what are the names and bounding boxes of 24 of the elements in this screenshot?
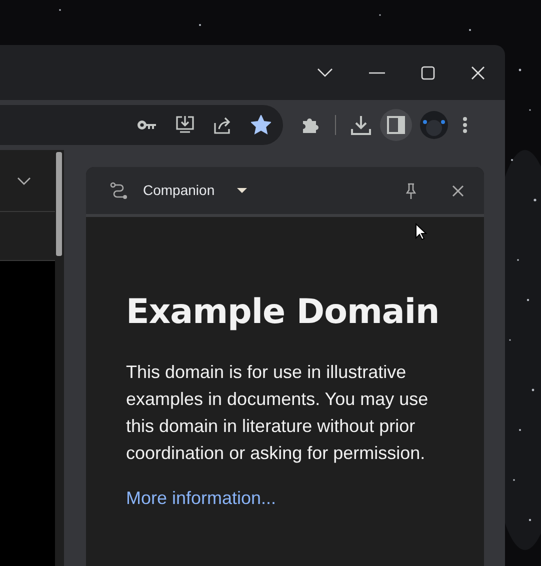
chevron-icon[interactable] — [17, 176, 31, 184]
page-heading: Example Domain — [126, 291, 440, 334]
install-icon[interactable] — [175, 115, 195, 135]
star-icon[interactable] — [251, 115, 271, 135]
tab-search-icon[interactable] — [317, 68, 333, 78]
download-icon[interactable] — [350, 114, 372, 136]
more-information-link[interactable]: More information... — [126, 485, 276, 512]
maximize-icon[interactable] — [421, 66, 435, 80]
scrollbar-thumb[interactable] — [56, 152, 62, 256]
side-panel-icon — [387, 116, 405, 134]
cursor-icon — [415, 223, 427, 241]
address-bar[interactable] — [0, 105, 283, 145]
avatar-icon[interactable] — [420, 111, 448, 139]
caret-icon — [236, 188, 247, 193]
key-icon[interactable] — [137, 119, 157, 131]
route-icon — [110, 182, 128, 200]
menu-icon[interactable] — [462, 116, 468, 134]
page-paragraph: This domain is for use in illustrative examples in documents. You may use this domain in literature without prior coordination or asking for permission. — [126, 361, 430, 465]
minimize-icon[interactable] — [369, 72, 385, 74]
side-panel-button[interactable] — [380, 109, 412, 141]
share-icon[interactable] — [213, 115, 233, 135]
close-icon[interactable] — [452, 184, 464, 196]
panel-selector[interactable]: Companion — [143, 180, 247, 201]
pin-icon[interactable] — [406, 182, 416, 198]
